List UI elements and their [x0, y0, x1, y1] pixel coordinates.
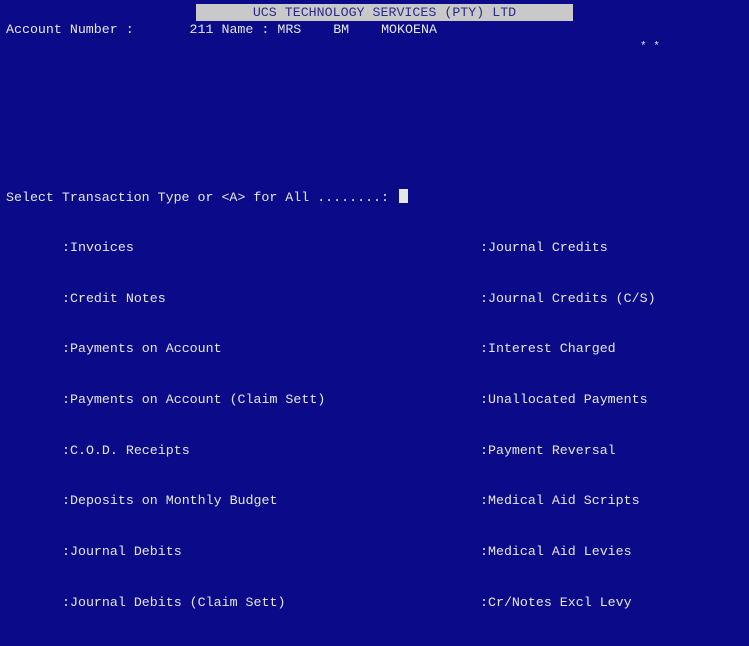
right-options-list: :Journal Credits :Journal Credits (C/S) …	[480, 206, 656, 646]
company-title: UCS TECHNOLOGY SERVICES (PTY) LTD	[196, 4, 573, 21]
name-value: MRS BM MOKOENA	[277, 22, 437, 37]
option-journal-debits-claim-sett[interactable]: :Journal Debits (Claim Sett)	[62, 595, 325, 612]
option-journal-debits[interactable]: :Journal Debits	[62, 544, 325, 561]
status-stars: * *	[640, 41, 660, 53]
prompt-text: Select Transaction Type or <A> for All .…	[6, 190, 390, 205]
transaction-type-prompt: Select Transaction Type or <A> for All .…	[6, 189, 408, 206]
account-line: Account Number : 211 Name : MRS BM MOKOE…	[6, 21, 437, 38]
option-payment-reversal[interactable]: :Payment Reversal	[480, 443, 656, 460]
name-label: Name :	[221, 22, 270, 37]
terminal-screen: UCS TECHNOLOGY SERVICES (PTY) LTD Accoun…	[0, 0, 749, 610]
option-payments-on-account[interactable]: :Payments on Account	[62, 341, 325, 358]
account-number-label: Account Number :	[6, 22, 134, 37]
option-interest-charged[interactable]: :Interest Charged	[480, 341, 656, 358]
option-payments-on-account-claim-sett[interactable]: :Payments on Account (Claim Sett)	[62, 392, 325, 409]
option-invoices[interactable]: :Invoices	[62, 240, 325, 257]
option-medical-aid-levies[interactable]: :Medical Aid Levies	[480, 544, 656, 561]
left-options-list: :Invoices :Credit Notes :Payments on Acc…	[62, 206, 325, 646]
option-deposits-on-monthly-budget[interactable]: :Deposits on Monthly Budget	[62, 493, 325, 510]
option-cr-notes-excl-levy[interactable]: :Cr/Notes Excl Levy	[480, 595, 656, 612]
option-journal-credits[interactable]: :Journal Credits	[480, 240, 656, 257]
option-journal-credits-cs[interactable]: :Journal Credits (C/S)	[480, 291, 656, 308]
option-medical-aid-scripts[interactable]: :Medical Aid Scripts	[480, 493, 656, 510]
option-credit-notes[interactable]: :Credit Notes	[62, 291, 325, 308]
account-number-value: 211	[189, 22, 214, 37]
option-unallocated-payments[interactable]: :Unallocated Payments	[480, 392, 656, 409]
option-cod-receipts[interactable]: :C.O.D. Receipts	[62, 443, 325, 460]
input-cursor[interactable]	[399, 189, 408, 203]
